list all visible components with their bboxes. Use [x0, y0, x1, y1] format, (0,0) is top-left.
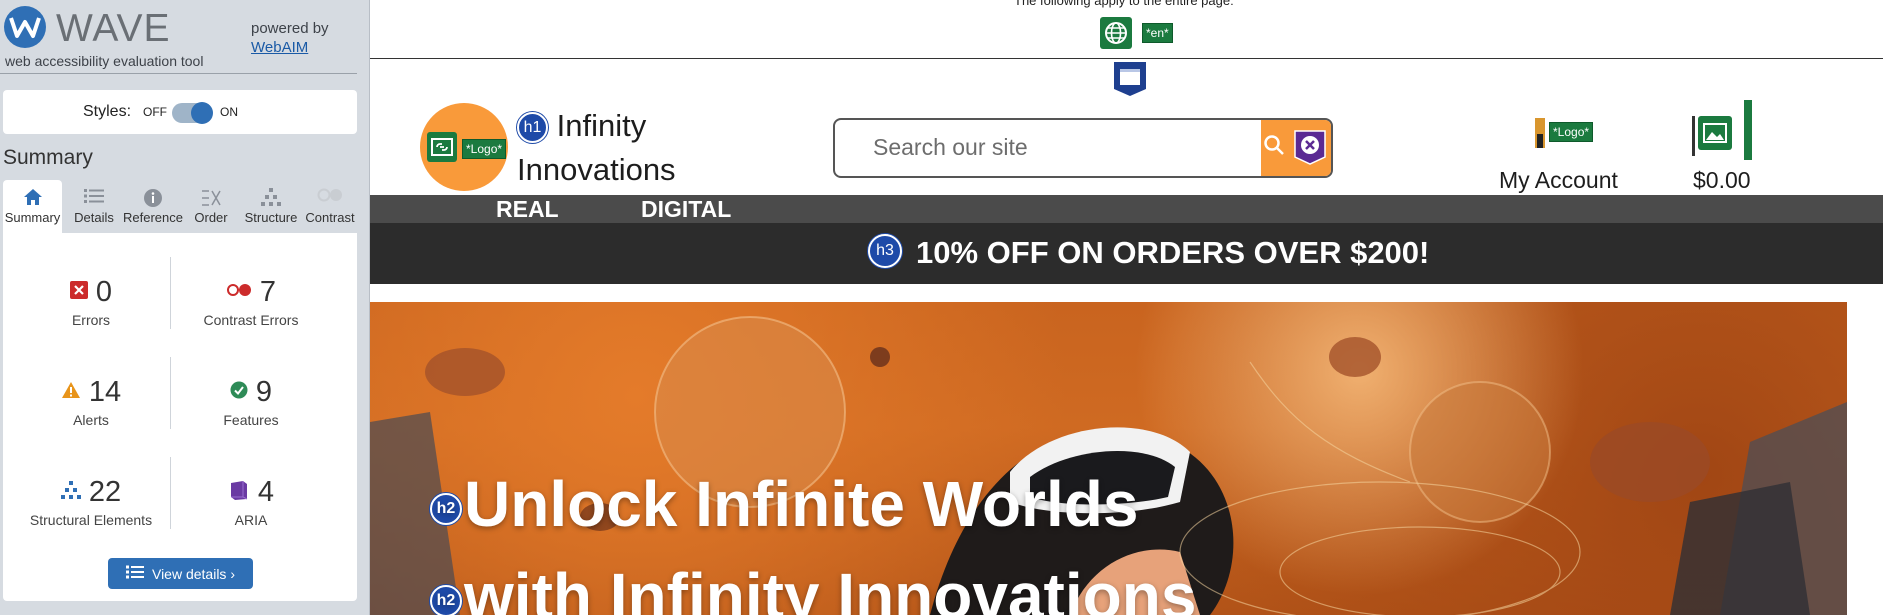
my-account-link[interactable]: My Account	[1499, 167, 1618, 194]
list-icon	[66, 180, 122, 206]
error-icon	[69, 280, 88, 304]
language-tag: *en*	[1142, 23, 1173, 43]
view-details-label: View details ›	[151, 565, 235, 582]
order-icon	[186, 180, 236, 206]
aria-icon	[228, 479, 250, 506]
tab-order[interactable]: Order	[186, 180, 236, 233]
stat-alerts[interactable]: 14 Alerts	[11, 375, 171, 428]
aria-label: ARIA	[234, 512, 268, 528]
stat-contrast-errors[interactable]: 7 Contrast Errors	[171, 275, 331, 329]
linked-image-icon[interactable]	[427, 132, 457, 167]
webaim-link[interactable]: WebAIM	[251, 39, 308, 56]
nav-item-real[interactable]: REAL	[496, 196, 559, 223]
alerts-count: 14	[88, 375, 122, 408]
tab-reference-label: Reference	[123, 210, 183, 225]
promo-banner: h3 10% OFF ON ORDERS OVER $200!	[370, 223, 1883, 284]
contrast-errors-count: 7	[259, 275, 277, 308]
errors-label: Errors	[71, 312, 111, 328]
cart-total[interactable]: $0.00	[1693, 167, 1751, 194]
feature-icon	[230, 381, 248, 404]
powered-by-text: powered by	[251, 20, 329, 37]
tab-structure-label: Structure	[244, 210, 298, 225]
main-nav: REAL DIGITAL	[370, 195, 1883, 223]
summary-panel: 0 Errors 7 Contrast Errors 14 Alerts 9 F…	[3, 233, 357, 601]
tab-details-label: Details	[74, 210, 114, 225]
cart-image-icon[interactable]	[1692, 114, 1732, 163]
errors-count: 0	[95, 275, 113, 308]
promo-text: 10% OFF ON ORDERS OVER $200!	[916, 235, 1430, 270]
stat-aria[interactable]: 4 ARIA	[171, 475, 331, 528]
summary-heading: Summary	[3, 146, 93, 169]
header-divider	[0, 73, 357, 74]
hero-heading-text-2: with Infinity Innovations	[464, 560, 1197, 615]
contrast-errors-label: Contrast Errors	[203, 312, 299, 328]
language-globe-icon[interactable]	[1100, 17, 1132, 54]
stat-structural-elements[interactable]: 22 Structural Elements	[11, 475, 171, 529]
nav-item-digital[interactable]: DIGITAL	[641, 196, 731, 223]
evaluated-page: The following apply to the entire page: …	[370, 0, 1883, 615]
contrast-icon	[302, 180, 358, 206]
wave-tabs: Summary Details Reference Order Structur…	[3, 180, 357, 233]
hero-banner: h2 Unlock Infinite Worlds h2 with Infinity…	[370, 302, 1847, 615]
tab-summary[interactable]: Summary	[3, 180, 62, 233]
features-count: 9	[255, 375, 273, 408]
tab-contrast[interactable]: Contrast	[302, 180, 358, 233]
wave-logo-icon	[4, 6, 46, 48]
home-icon	[3, 180, 62, 206]
structure-icon	[60, 480, 81, 504]
region-icon[interactable]	[1113, 61, 1147, 102]
styles-on-label: ON	[220, 105, 238, 119]
view-details-button[interactable]: View details ›	[108, 558, 253, 589]
wave-header: WAVE web accessibility evaluation tool p…	[0, 0, 370, 74]
hero-heading-line1: h2 Unlock Infinite Worlds	[430, 466, 1138, 542]
account-logo-alt-tag: *Logo*	[1549, 122, 1594, 142]
h1-badge-icon: h1	[517, 112, 548, 144]
wave-tagline: web accessibility evaluation tool	[5, 53, 204, 69]
stat-errors[interactable]: 0 Errors	[11, 275, 171, 328]
tab-contrast-label: Contrast	[305, 210, 355, 225]
account-icon[interactable]	[1533, 116, 1547, 155]
tab-order-label: Order	[194, 210, 228, 225]
tab-summary-label: Summary	[4, 210, 61, 225]
structural-count: 22	[88, 475, 122, 508]
list-icon	[125, 565, 144, 582]
hero-heading-line2: h2 with Infinity Innovations	[430, 558, 1196, 615]
styles-toggle-switch[interactable]	[172, 102, 213, 124]
h2-badge-icon: h2	[430, 585, 462, 615]
alerts-label: Alerts	[73, 412, 109, 428]
styles-off-label: OFF	[143, 105, 167, 119]
page-top-divider	[370, 58, 1883, 59]
tab-reference[interactable]: Reference	[122, 180, 184, 233]
styles-label: Styles:	[83, 103, 132, 120]
structure-icon	[240, 180, 302, 206]
aria-count: 4	[257, 475, 275, 508]
h3-badge-label: h3	[868, 234, 902, 268]
h2-badge-icon: h2	[430, 493, 462, 526]
info-icon	[122, 180, 184, 207]
structural-label: Structural Elements	[29, 512, 153, 528]
alert-icon	[61, 381, 81, 404]
tab-structure[interactable]: Structure	[240, 180, 302, 233]
search-icon	[1263, 134, 1285, 161]
tab-details[interactable]: Details	[66, 180, 122, 233]
aria-label-icon	[1293, 129, 1327, 170]
site-title-line1: Infinity	[556, 108, 647, 143]
contrast-error-icon	[226, 283, 252, 302]
stat-features[interactable]: 9 Features	[171, 375, 331, 429]
h3-badge-icon: h3	[868, 234, 902, 268]
search-button[interactable]	[1261, 120, 1331, 176]
hero-heading-text-1: Unlock Infinite Worlds	[464, 468, 1139, 540]
search-form: Search our site	[833, 118, 1333, 178]
wave-wordmark: WAVE	[56, 7, 171, 50]
site-title-line2: Innovations	[517, 152, 676, 187]
styles-toggle-panel: Styles: OFF ON	[3, 90, 357, 134]
page-level-notice: The following apply to the entire page:	[1014, 0, 1234, 8]
logo-alt-tag: *Logo*	[462, 139, 507, 159]
search-input[interactable]: Search our site	[873, 134, 1028, 161]
site-title: h1 Infinity Innovations	[517, 104, 676, 192]
features-label: Features	[223, 412, 279, 428]
wave-sidebar: WAVE web accessibility evaluation tool p…	[0, 0, 370, 615]
cart-alt-tag-fragment	[1744, 100, 1752, 160]
toggle-knob	[191, 102, 213, 124]
